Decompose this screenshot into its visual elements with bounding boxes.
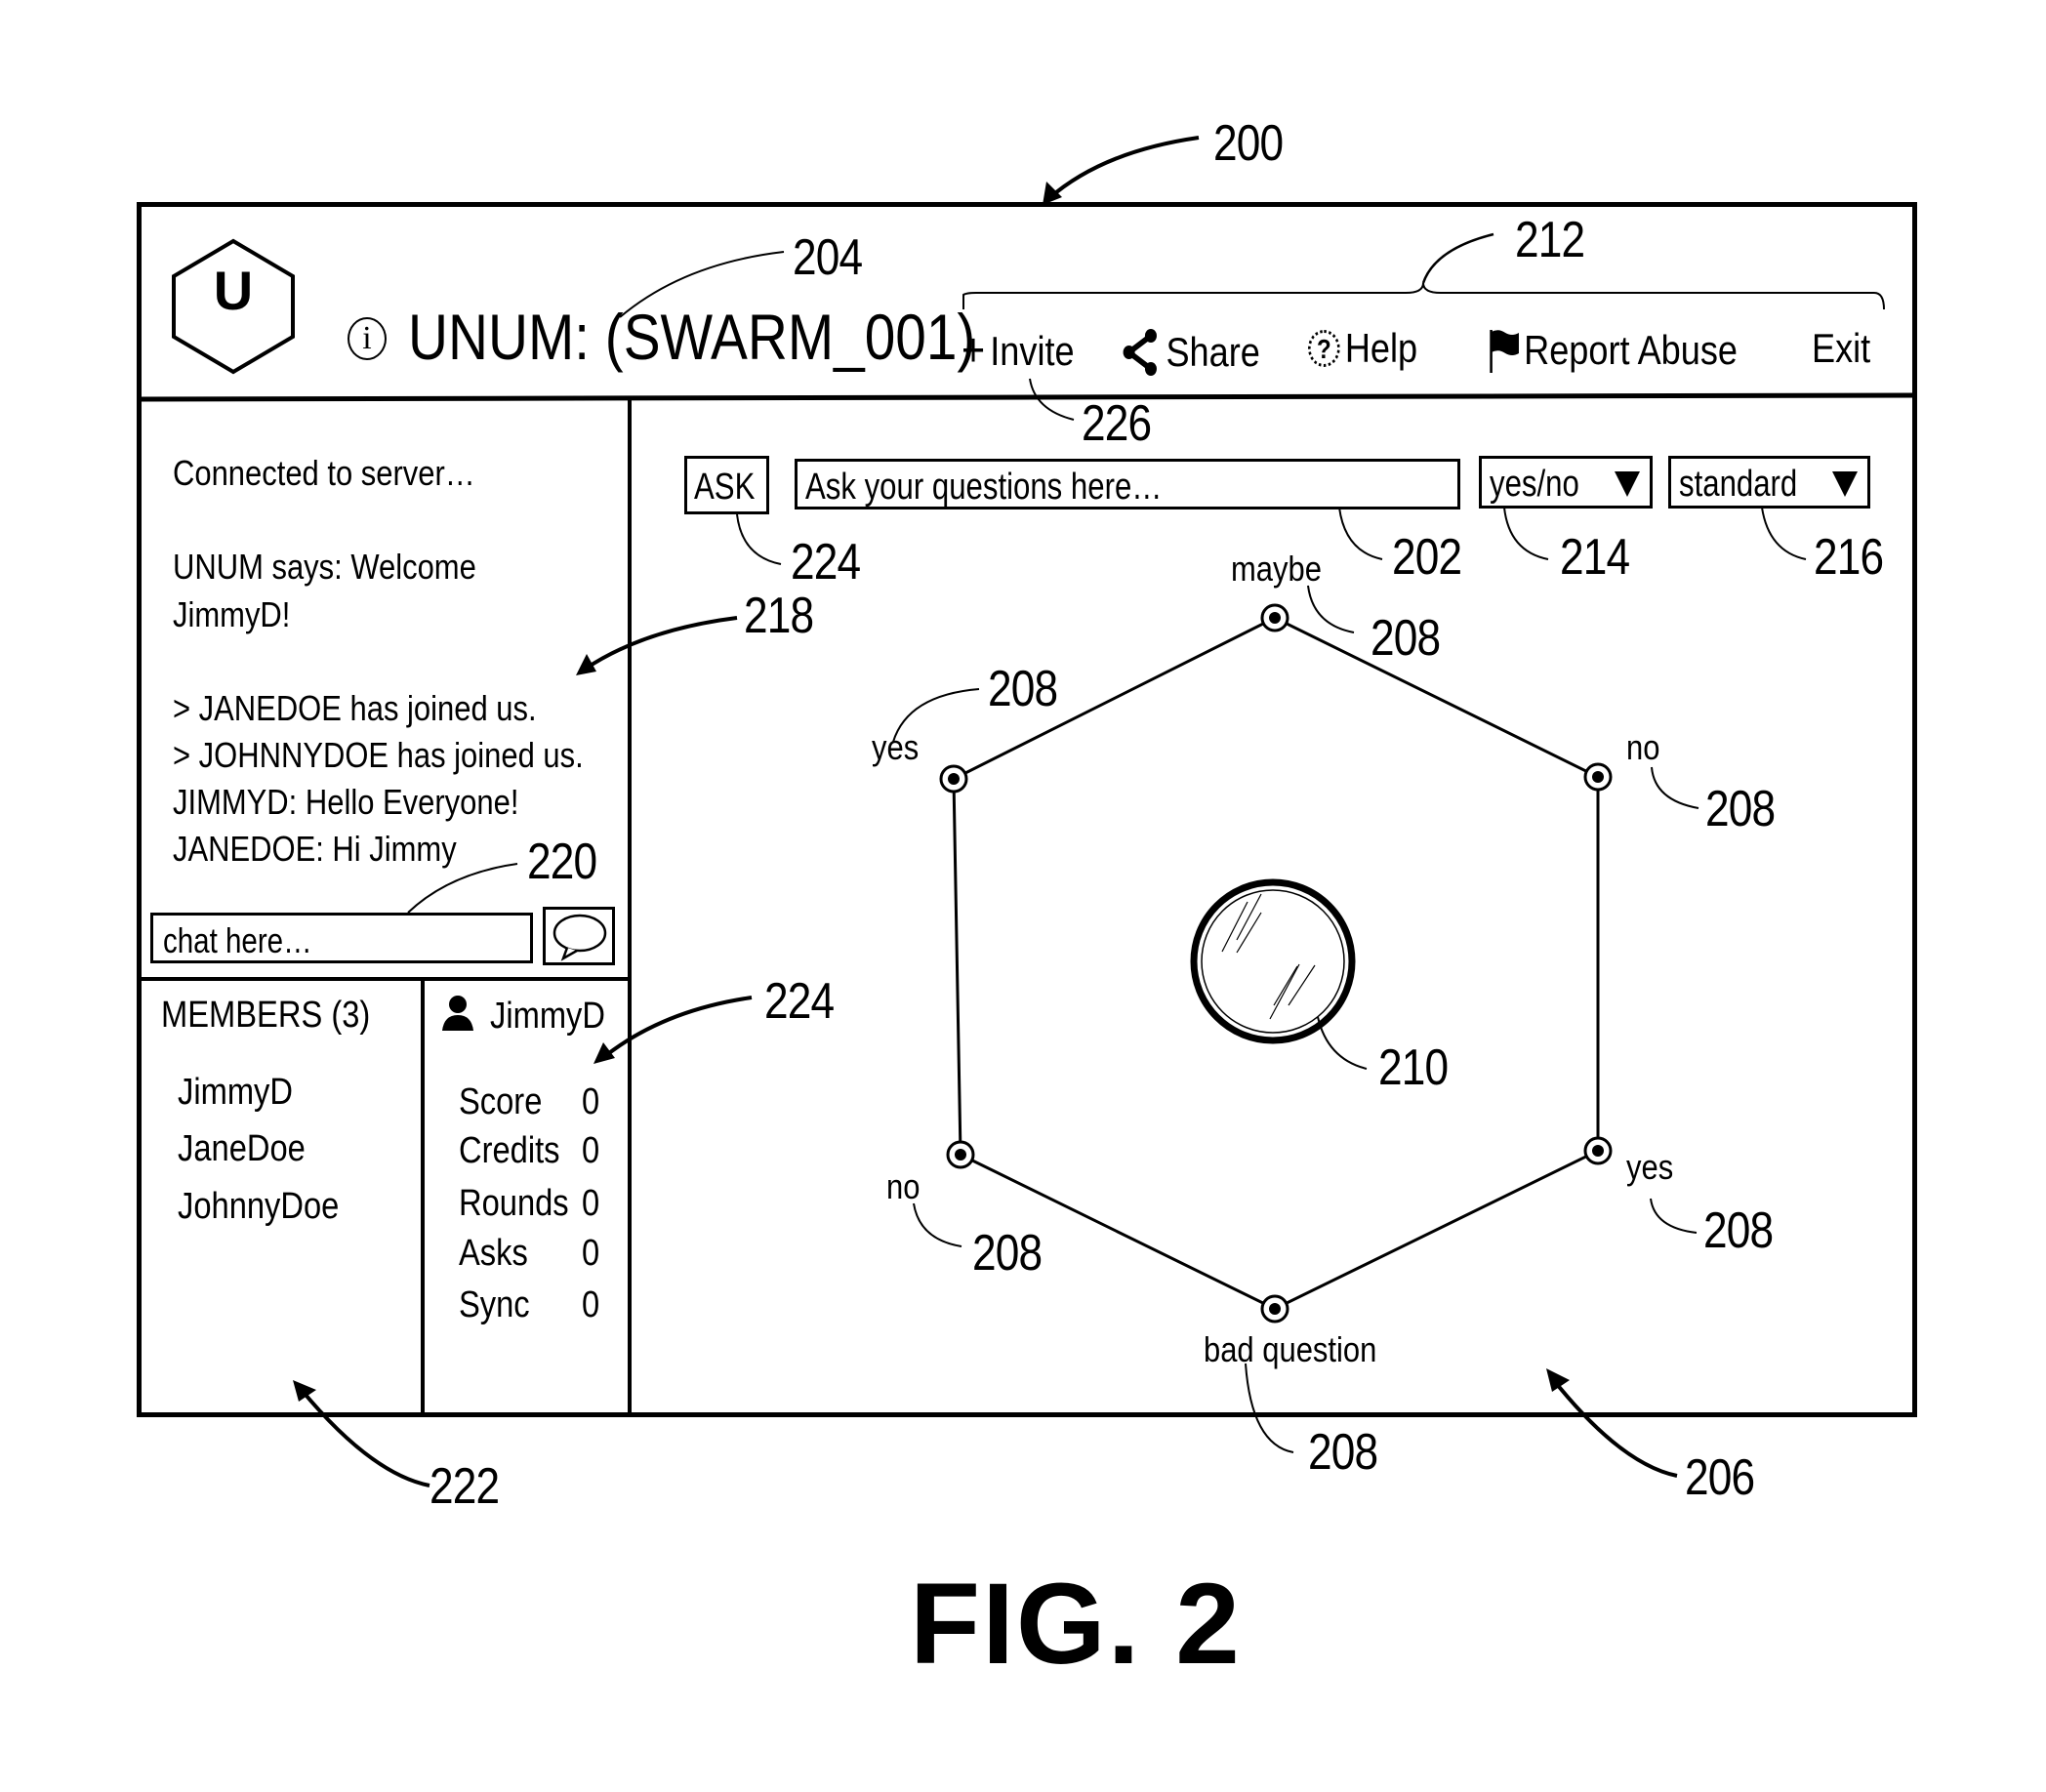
ref-220: 220	[527, 834, 597, 890]
option-label-maybe: maybe	[1231, 549, 1322, 589]
ref-224-stats: 224	[764, 973, 835, 1030]
ref-202: 202	[1392, 529, 1462, 586]
stat-label: Asks	[459, 1233, 528, 1274]
option-label-no-right: no	[1626, 727, 1660, 767]
stats-username: JimmyD	[490, 996, 605, 1037]
ask-button-label: ASK	[694, 467, 756, 508]
chat-message: UNUM says: Welcome	[173, 547, 476, 587]
chat-message: > JOHNNYDOE has joined us.	[173, 735, 584, 775]
menu-invite[interactable]: + Invite	[962, 328, 1075, 375]
plus-icon: +	[962, 325, 986, 377]
user-icon	[442, 996, 473, 1031]
chat-message: JANEDOE: Hi Jimmy	[173, 829, 457, 869]
chat-input[interactable]: chat here…	[150, 913, 533, 963]
app-logo: U	[213, 260, 254, 321]
stat-value: 0	[582, 1233, 600, 1274]
question-input-placeholder: Ask your questions here…	[805, 467, 1163, 508]
menu-share[interactable]: Share	[1121, 328, 1260, 377]
member-item[interactable]: JimmyD	[178, 1074, 293, 1111]
ref-208-yes-right: 208	[1703, 1202, 1774, 1259]
stat-label: Rounds	[459, 1183, 569, 1224]
answer-type-value: yes/no	[1490, 464, 1579, 505]
ref-222: 222	[430, 1458, 500, 1515]
option-label-no-left: no	[886, 1166, 921, 1206]
menu-exit[interactable]: Exit	[1812, 328, 1870, 369]
speech-bubble-icon	[552, 914, 607, 961]
ask-button[interactable]: ASK	[684, 456, 769, 514]
stat-value: 0	[582, 1130, 600, 1171]
ref-204: 204	[793, 229, 863, 286]
swarm-title: UNUM: (SWARM_001)	[408, 301, 976, 373]
ref-200: 200	[1213, 115, 1284, 172]
help-icon: ?	[1308, 330, 1340, 367]
mode-dropdown[interactable]: standard	[1668, 456, 1870, 509]
option-label-yes-left: yes	[872, 727, 920, 767]
ref-208-no-left: 208	[972, 1225, 1043, 1282]
stat-value: 0	[582, 1081, 600, 1122]
chat-message: > JANEDOE has joined us.	[173, 688, 537, 728]
menu-help[interactable]: ? Help	[1308, 328, 1417, 369]
stat-value: 0	[582, 1183, 600, 1224]
ref-208-yes-left: 208	[988, 661, 1058, 717]
mode-value: standard	[1679, 464, 1798, 505]
ref-218: 218	[744, 588, 814, 644]
ref-212: 212	[1515, 212, 1585, 268]
ref-226: 226	[1082, 395, 1152, 452]
ref-208-no-right: 208	[1705, 781, 1776, 837]
menu-report-abuse[interactable]: Report Abuse	[1489, 328, 1738, 373]
stat-value: 0	[582, 1284, 600, 1325]
chat-send-button[interactable]	[543, 907, 615, 965]
member-item[interactable]: JaneDoe	[178, 1130, 306, 1167]
share-icon	[1123, 329, 1157, 376]
chat-message: JimmyD!	[173, 594, 291, 634]
option-label-yes-right: yes	[1626, 1147, 1674, 1187]
chevron-down-icon	[1832, 471, 1858, 497]
ref-214: 214	[1560, 529, 1630, 586]
stat-label: Sync	[459, 1284, 530, 1325]
figure-caption: FIG. 2	[910, 1560, 1242, 1689]
ref-206: 206	[1685, 1449, 1755, 1506]
ref-208-maybe: 208	[1371, 610, 1441, 667]
ref-210: 210	[1378, 1039, 1449, 1096]
stat-label: Credits	[459, 1130, 560, 1171]
chat-input-placeholder: chat here…	[163, 920, 312, 960]
chevron-down-icon	[1615, 471, 1640, 497]
members-heading: MEMBERS (3)	[161, 995, 371, 1036]
chat-message: JIMMYD: Hello Everyone!	[173, 782, 519, 822]
stat-label: Score	[459, 1081, 543, 1122]
ref-216: 216	[1814, 529, 1884, 586]
question-input[interactable]: Ask your questions here…	[795, 459, 1460, 509]
flag-icon	[1490, 330, 1519, 373]
member-item[interactable]: JohnnyDoe	[178, 1188, 339, 1225]
ref-208-bad-question: 208	[1308, 1424, 1378, 1481]
ref-224-ask: 224	[791, 534, 861, 591]
answer-type-dropdown[interactable]: yes/no	[1479, 456, 1653, 509]
chat-message: Connected to server…	[173, 453, 475, 493]
info-icon[interactable]: i	[348, 317, 387, 360]
option-label-bad-question: bad question	[1204, 1329, 1377, 1369]
